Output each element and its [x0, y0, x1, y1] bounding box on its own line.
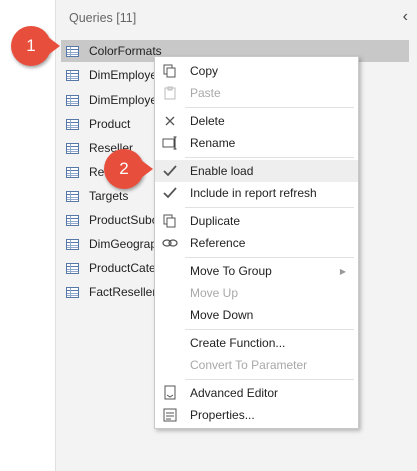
menu-item-rename[interactable]: Rename	[155, 132, 358, 154]
table-icon	[66, 262, 79, 274]
menu-item-delete[interactable]: Delete	[155, 110, 358, 132]
menu-item-label: Move Up	[190, 286, 239, 300]
submenu-arrow-icon: ▶	[339, 266, 346, 276]
menu-item-properties[interactable]: Properties...	[155, 404, 358, 426]
menu-item-label: Convert To Parameter	[190, 358, 308, 372]
query-label: ProductCate	[89, 261, 156, 275]
callout-pointer	[141, 160, 153, 178]
table-icon	[66, 166, 79, 178]
menu-item-label: Copy	[190, 64, 219, 78]
copy-icon	[162, 63, 178, 79]
menu-item-duplicate[interactable]: Duplicate	[155, 210, 358, 232]
menu-item-enable-load[interactable]: Enable load	[155, 160, 358, 182]
menu-item-label: Include in report refresh	[190, 186, 317, 200]
callout-pointer	[48, 37, 60, 55]
duplicate-icon	[162, 213, 178, 229]
table-icon	[66, 238, 79, 250]
paste-icon	[162, 85, 178, 101]
menu-item-label: Properties...	[190, 408, 255, 422]
callout-number: 1	[26, 36, 36, 55]
menu-item-convert-to-parameter[interactable]: Convert To Parameter	[155, 354, 358, 376]
menu-item-label: Rename	[190, 136, 236, 150]
collapse-chevron-icon[interactable]: ‹	[403, 8, 408, 26]
menu-item-reference[interactable]: Reference	[155, 232, 358, 254]
context-menu: Copy Paste Delete Rename Enable load Inc…	[154, 56, 359, 429]
rename-icon	[162, 135, 178, 151]
callout-number: 2	[119, 159, 129, 178]
menu-item-copy[interactable]: Copy	[155, 60, 358, 82]
reference-icon	[162, 235, 178, 251]
menu-item-paste[interactable]: Paste	[155, 82, 358, 104]
menu-item-label: Create Function...	[190, 336, 286, 350]
query-label: Product	[89, 117, 131, 131]
table-icon	[66, 142, 79, 154]
checkmark-icon	[162, 163, 178, 179]
table-icon	[66, 118, 79, 130]
callout-badge-2: 2	[104, 149, 153, 189]
menu-item-label: Duplicate	[190, 214, 241, 228]
menu-item-label: Delete	[190, 114, 225, 128]
table-icon	[66, 190, 79, 202]
menu-item-label: Move Down	[190, 308, 254, 322]
menu-separator	[185, 107, 354, 108]
left-margin	[0, 0, 55, 471]
queries-pane-title: Queries [11]	[69, 11, 137, 25]
query-label: DimGeograp	[89, 237, 158, 251]
query-label: DimEmploye	[89, 93, 158, 107]
menu-separator	[185, 257, 354, 258]
menu-item-move-down[interactable]: Move Down	[155, 304, 358, 326]
table-icon	[66, 69, 79, 81]
callout-badge-1: 1	[11, 26, 60, 66]
menu-separator	[185, 157, 354, 158]
query-label: ColorFormats	[89, 44, 162, 58]
menu-item-label: Move To Group	[190, 264, 272, 278]
menu-item-label: Reference	[190, 236, 246, 250]
query-label: Re	[89, 165, 105, 179]
menu-item-advanced-editor[interactable]: Advanced Editor	[155, 382, 358, 404]
menu-item-label: Advanced Editor	[190, 386, 279, 400]
table-icon	[66, 45, 79, 57]
menu-item-label: Enable load	[190, 164, 254, 178]
table-icon	[66, 94, 79, 106]
checkmark-icon	[162, 185, 178, 201]
query-label: DimEmploye	[89, 68, 158, 82]
advanced-editor-icon	[162, 385, 178, 401]
properties-icon	[162, 407, 178, 423]
query-label: Targets	[89, 189, 129, 203]
menu-separator	[185, 207, 354, 208]
menu-item-move-to-group[interactable]: Move To Group ▶	[155, 260, 358, 282]
menu-item-include-in-report-refresh[interactable]: Include in report refresh	[155, 182, 358, 204]
menu-item-label: Paste	[190, 86, 221, 100]
delete-icon	[162, 113, 178, 129]
table-icon	[66, 286, 79, 298]
menu-item-create-function[interactable]: Create Function...	[155, 332, 358, 354]
menu-separator	[185, 379, 354, 380]
menu-separator	[185, 329, 354, 330]
menu-item-move-up[interactable]: Move Up	[155, 282, 358, 304]
query-label: ProductSubc	[89, 213, 158, 227]
table-icon	[66, 214, 79, 226]
